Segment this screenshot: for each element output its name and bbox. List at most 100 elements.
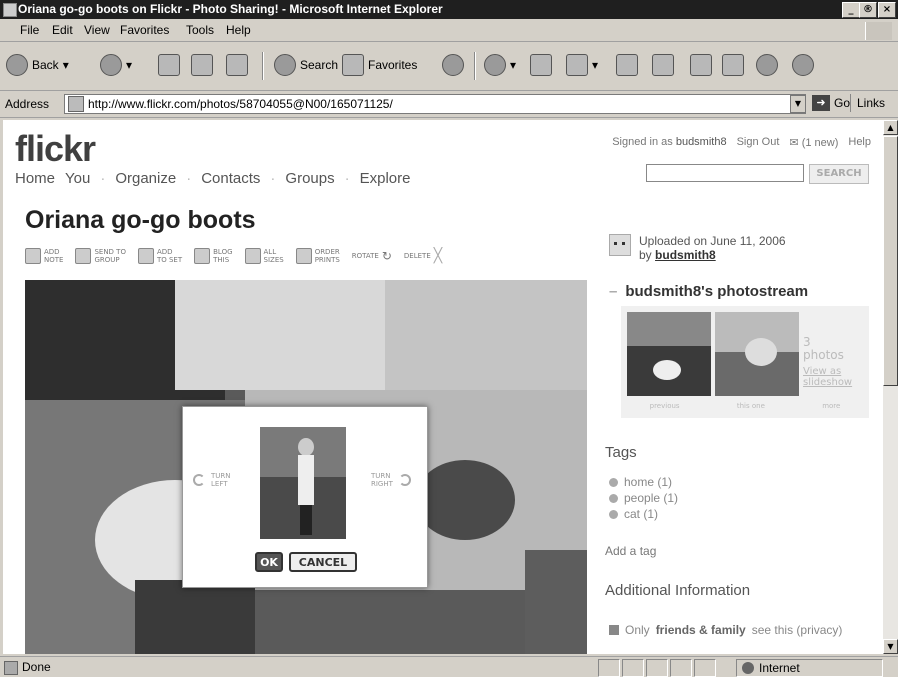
all-sizes-button[interactable]: ALL SIZES [244,248,284,264]
photostream-title[interactable]: budsmith8's photostream [625,283,808,300]
chevron-down-icon: ▾ [592,58,599,72]
address-bar: Address http://www.flickr.com/photos/587… [0,91,898,118]
home-button[interactable] [226,52,248,78]
more-link[interactable]: more [822,402,840,410]
scroll-up-arrow-icon[interactable]: ▲ [883,120,898,135]
tag-item[interactable]: cat (1) [609,506,678,522]
rotate-dialog: TURN LEFT TURN RIGHT OK CANCEL [182,406,428,588]
maximize-button[interactable]: ® [859,2,877,18]
menu-favorites[interactable]: Favorites [120,23,169,37]
author-link[interactable]: budsmith8 [655,248,716,262]
messenger-button[interactable] [756,52,778,78]
flickr-search-input[interactable] [646,164,804,182]
nav-groups[interactable]: Groups [285,170,334,187]
menu-edit[interactable]: Edit [52,23,73,37]
menu-file[interactable]: File [20,23,39,37]
tag-item[interactable]: people (1) [609,490,678,506]
address-dropdown[interactable]: ▼ [790,95,806,113]
page-viewport: flickr Home You · Organize · Contacts · … [3,120,883,654]
signed-in-text: Signed in as budsmith8 [612,136,726,149]
nav-explore[interactable]: Explore [360,170,411,187]
order-prints-button[interactable]: ORDER PRINTS [295,248,340,264]
photostream-thumb[interactable] [627,312,711,396]
tool-button[interactable] [690,52,712,78]
go-button[interactable]: ➜ Go [812,95,850,111]
add-note-button[interactable]: ADD NOTE [25,248,63,264]
signed-in-username[interactable]: budsmith8 [676,136,727,148]
print-button[interactable] [530,52,552,78]
nav-contacts[interactable]: Contacts [201,170,260,187]
flickr-logo[interactable]: flickr [15,128,96,170]
stop-icon [158,54,180,76]
send-to-group-button[interactable]: SEND TO GROUP [75,248,126,264]
vertical-scrollbar[interactable]: ▲ ▼ [883,120,898,654]
home-icon [226,54,248,76]
minimize-button[interactable]: _ [842,2,860,18]
photostream-thumb[interactable] [715,312,799,396]
address-input[interactable]: http://www.flickr.com/photos/58704055@N0… [64,94,806,114]
windows-logo-icon [865,22,892,40]
edit-button[interactable]: ▾ [566,52,598,78]
blog-this-button[interactable]: BLOG THIS [194,248,233,264]
turn-left-button[interactable]: TURN LEFT [193,472,231,488]
go-arrow-icon: ➜ [812,95,830,111]
collapse-icon[interactable]: – [609,283,617,300]
add-to-set-button[interactable]: ADD TO SET [137,248,182,264]
magnifier-icon [244,248,261,264]
add-tag-link[interactable]: Add a tag [605,544,656,558]
menu-view[interactable]: View [84,23,110,37]
scroll-thumb[interactable] [883,136,898,386]
window-title: Oriana go-go boots on Flickr - Photo Sha… [18,2,443,16]
status-panel [598,659,620,677]
new-messages-count: (1 new) [801,137,839,149]
tool-button[interactable] [722,52,744,78]
delete-button[interactable]: DELETE ╳ [404,249,442,263]
thumb-image [715,312,799,396]
history-button[interactable] [442,52,464,78]
magnifier-icon [274,54,296,76]
menu-help[interactable]: Help [226,23,251,37]
flickr-search-button[interactable]: SEARCH [809,164,869,184]
menu-tools[interactable]: Tools [186,23,214,37]
nav-organize[interactable]: Organize [115,170,176,187]
signed-in-prefix: Signed in as [612,136,673,148]
messenger-button[interactable] [792,52,814,78]
privacy-link[interactable]: see this (privacy) [752,623,843,637]
buddy-icon[interactable] [609,234,631,256]
rotate-icon: ↻ [381,249,392,263]
scroll-down-arrow-icon[interactable]: ▼ [883,639,898,654]
research-icon [652,54,674,76]
search-button[interactable]: Search [274,52,338,78]
blog-icon [194,248,211,264]
mail-button[interactable]: ▾ [484,52,516,78]
discuss-button[interactable] [616,52,638,78]
rotate-button[interactable]: ROTATE ↻ [352,249,392,263]
favorites-button[interactable]: Favorites [342,52,417,78]
rotate-left-icon [193,474,205,486]
nav-you[interactable]: You [65,170,90,187]
tag-item[interactable]: home (1) [609,474,678,490]
ok-button[interactable]: OK [255,552,283,572]
prints-icon [295,248,312,264]
chevron-down-icon: ▾ [126,58,133,72]
nav-home[interactable]: Home [15,170,55,187]
refresh-button[interactable] [191,52,213,78]
forward-button[interactable]: ▾ [100,52,132,78]
back-button[interactable]: Back ▾ [6,52,69,78]
close-button[interactable]: × [878,2,896,18]
research-button[interactable] [652,52,674,78]
privacy-group: friends & family [655,623,746,637]
help-link[interactable]: Help [848,136,871,149]
prev-link[interactable]: previous [650,402,680,410]
cancel-button[interactable]: CANCEL [289,552,357,572]
slideshow-link[interactable]: View as slideshow [803,366,852,388]
stop-button[interactable] [158,52,180,78]
sign-out-link[interactable]: Sign Out [737,136,780,149]
links-button[interactable]: Links [850,94,897,112]
mail-link[interactable]: ✉ (1 new) [789,136,838,149]
word-icon [566,54,588,76]
security-zone: Internet [736,659,883,677]
turn-right-button[interactable]: TURN RIGHT [371,472,411,488]
printer-icon [530,54,552,76]
title-bar: Oriana go-go boots on Flickr - Photo Sha… [0,0,898,19]
